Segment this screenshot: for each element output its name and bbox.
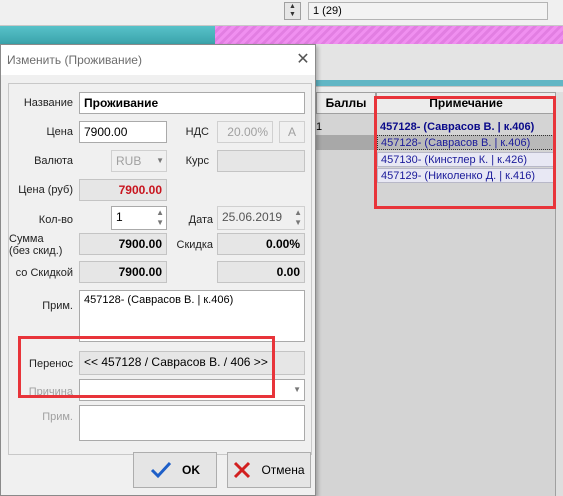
- dialog-title: Изменить (Проживание): [7, 53, 142, 67]
- name-field[interactable]: Проживание: [79, 92, 305, 114]
- note2-textarea[interactable]: [79, 405, 305, 441]
- currency-label: Валюта: [34, 155, 73, 167]
- date-down-icon[interactable]: ▼: [294, 218, 302, 227]
- vat-auto-button[interactable]: A: [279, 121, 305, 143]
- chevron-down-icon[interactable]: ▼: [293, 385, 301, 394]
- note-label: Прим.: [42, 300, 73, 312]
- dialog-titlebar[interactable]: Изменить (Проживание) ✕: [1, 45, 315, 75]
- column-header-balls[interactable]: Баллы: [316, 92, 376, 114]
- table-cell: [316, 152, 376, 167]
- background-band-line: [315, 80, 563, 86]
- pager-spinner[interactable]: ▲ ▼: [284, 2, 301, 20]
- date-label: Дата: [188, 214, 213, 226]
- sum-label: Сумма (без скид.): [9, 233, 63, 257]
- note-textarea[interactable]: 457128- (Саврасов В. | к.406): [79, 290, 305, 342]
- note2-label: Прим.: [42, 411, 73, 423]
- cancel-button[interactable]: Отмена: [227, 452, 311, 488]
- table-cell: [316, 135, 376, 150]
- currency-value: RUB: [116, 154, 142, 168]
- strip-segment-pink: [215, 26, 563, 44]
- cross-icon: [234, 461, 251, 479]
- cancel-label: Отмена: [261, 463, 305, 477]
- date-up-icon[interactable]: ▲: [294, 208, 302, 217]
- ok-button[interactable]: OK: [133, 452, 217, 488]
- vat-field: 20.00%: [217, 121, 273, 143]
- close-icon[interactable]: ✕: [293, 50, 313, 70]
- price-rub-field: 7900.00: [79, 179, 167, 201]
- qty-label: Кол-во: [38, 214, 73, 226]
- ok-label: OK: [182, 463, 200, 477]
- table-cell: [316, 168, 376, 183]
- discount-label: Скидка: [176, 239, 214, 251]
- with-discount-label: со Скидкой: [15, 267, 73, 279]
- checkmark-icon: [150, 461, 172, 479]
- spin-up-icon[interactable]: ▲: [285, 3, 300, 11]
- vat-label: НДС: [185, 126, 209, 138]
- currency-select[interactable]: RUB ▼: [111, 150, 167, 172]
- rate-field: [217, 150, 305, 172]
- grid-right-edge: [555, 92, 563, 496]
- date-field[interactable]: 25.06.2019 ▲ ▼: [217, 206, 305, 230]
- name-label: Название: [23, 97, 73, 109]
- table-cell: 1: [316, 120, 376, 135]
- strip-segment-teal: [0, 26, 215, 44]
- qty-stepper[interactable]: 1 ▲ ▼: [111, 206, 167, 230]
- annotation-highlight-grid: [374, 96, 556, 209]
- with-discount-field: 7900.00: [79, 261, 167, 283]
- price-field[interactable]: 7900.00: [79, 121, 167, 143]
- annotation-highlight-transfer: [18, 336, 275, 398]
- stepper-down-icon[interactable]: ▼: [156, 218, 164, 227]
- date-value: 25.06.2019: [222, 210, 283, 224]
- rate-label: Курс: [185, 155, 209, 167]
- sum-field: 7900.00: [79, 233, 167, 255]
- spin-down-icon[interactable]: ▼: [285, 11, 300, 19]
- discount-field: 0.00%: [217, 233, 305, 255]
- stepper-up-icon[interactable]: ▲: [156, 208, 164, 217]
- pager-field[interactable]: 1 (29): [308, 2, 548, 20]
- chevron-down-icon[interactable]: ▼: [156, 156, 164, 165]
- with-discount-extra-field: 0.00: [217, 261, 305, 283]
- schedule-strip: [0, 26, 563, 44]
- edit-dialog: Изменить (Проживание) ✕ Название Прожива…: [0, 44, 316, 496]
- price-label: Цена: [46, 126, 73, 138]
- qty-value: 1: [116, 210, 123, 224]
- price-rub-label: Цена (руб): [18, 184, 73, 196]
